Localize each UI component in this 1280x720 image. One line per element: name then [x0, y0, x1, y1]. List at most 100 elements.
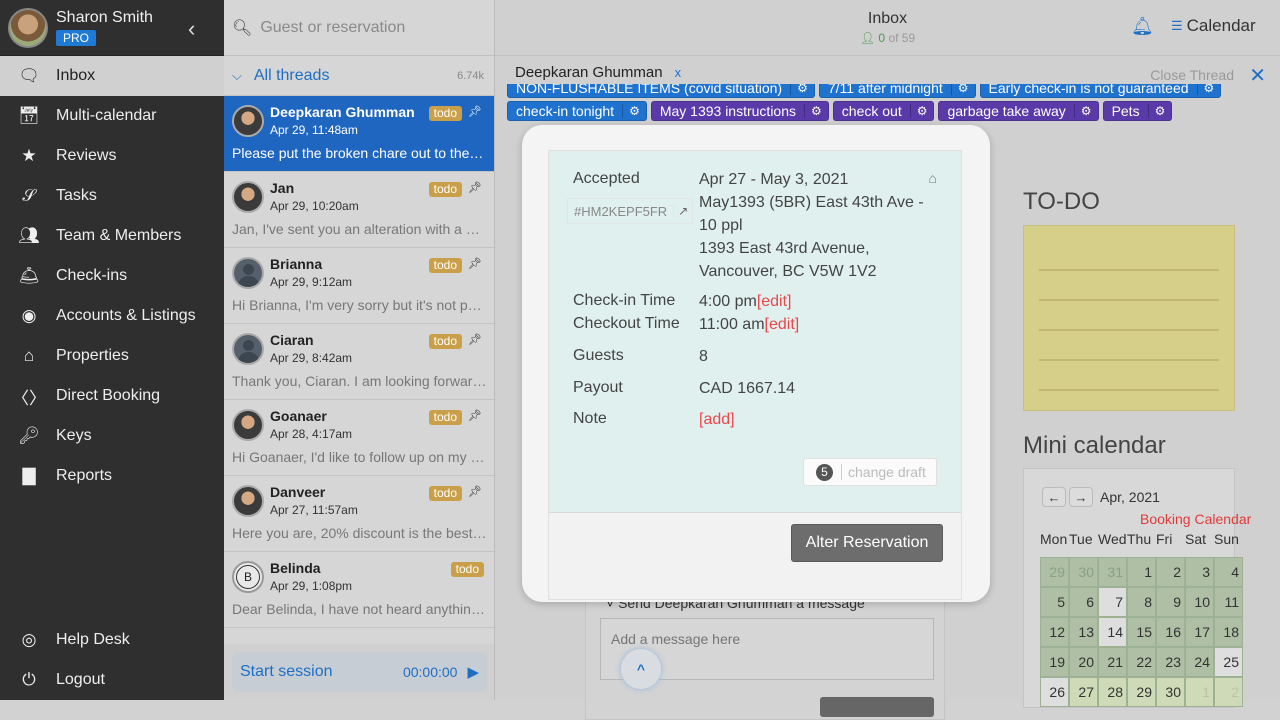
todo-badge[interactable]: todo	[428, 486, 462, 501]
todo-note[interactable]	[1023, 225, 1235, 411]
gear-icon[interactable]: ⚙	[909, 104, 934, 118]
gear-icon[interactable]: ⚙	[622, 104, 646, 118]
prev-month-button[interactable]: ←	[1042, 487, 1066, 507]
todo-badge[interactable]: todo	[428, 182, 462, 197]
sidebar-item-direct-booking[interactable]: 〈〉 Direct Booking	[0, 376, 224, 416]
calendar-day[interactable]: 20	[1069, 647, 1098, 677]
calendar-day[interactable]: 28	[1098, 677, 1127, 707]
thread-item[interactable]: Jan Apr 29, 10:20am todo 📌︎ Jan, I've se…	[224, 172, 494, 248]
todo-badge[interactable]: todo	[428, 334, 462, 349]
confirmation-code[interactable]: #HM2KEPF5FR ↗	[567, 198, 694, 224]
calendar-day[interactable]: 26	[1040, 677, 1069, 707]
gear-icon[interactable]: ⚙	[804, 104, 828, 118]
calendar-day[interactable]: 10	[1185, 587, 1214, 617]
sidebar-item-help-desk[interactable]: ◎ Help Desk	[0, 620, 224, 660]
scroll-up-button[interactable]: ^	[620, 648, 662, 690]
calendar-day[interactable]: 11	[1214, 587, 1243, 617]
tag-chip[interactable]: 7/11 after midnight ⚙	[818, 84, 976, 98]
calendar-day[interactable]: 31	[1098, 557, 1127, 587]
search-input[interactable]: Guest or reservation	[260, 19, 405, 37]
thread-item[interactable]: Brianna Apr 29, 9:12am todo 📌︎ Hi Briann…	[224, 248, 494, 324]
calendar-day[interactable]: 27	[1069, 677, 1098, 707]
gear-icon[interactable]: ⚙	[1196, 84, 1221, 95]
calendar-day[interactable]: 19	[1040, 647, 1069, 677]
add-note-link[interactable]: [add]	[699, 408, 735, 431]
calendar-day[interactable]: 5	[1040, 587, 1069, 617]
gear-icon[interactable]: ⚙	[1073, 104, 1098, 118]
calendar-day[interactable]: 2	[1214, 677, 1243, 707]
calendar-day[interactable]: 13	[1069, 617, 1098, 647]
tag-chip[interactable]: NON-FLUSHABLE ITEMS (covid situation) ⚙	[507, 84, 815, 98]
gear-icon[interactable]: ⚙	[790, 84, 814, 95]
collapse-sidebar-icon[interactable]: ‹	[188, 16, 195, 42]
calendar-day[interactable]: 2	[1156, 557, 1185, 587]
edit-checkout-link[interactable]: [edit]	[765, 316, 800, 333]
todo-badge[interactable]: todo	[428, 410, 462, 425]
calendar-day[interactable]: 30	[1156, 677, 1185, 707]
pin-icon[interactable]: 📌︎	[468, 485, 482, 498]
calendar-day[interactable]: 3	[1185, 557, 1214, 587]
user-profile[interactable]: Sharon Smith PRO ‹	[0, 0, 224, 56]
pin-icon[interactable]: 📌︎	[468, 181, 482, 194]
sidebar-item-inbox[interactable]: 🗨︎ Inbox	[0, 56, 224, 96]
todo-badge[interactable]: todo	[428, 106, 462, 121]
calendar-day[interactable]: 9	[1156, 587, 1185, 617]
calendar-day[interactable]: 1	[1127, 557, 1156, 587]
calendar-day[interactable]: 8	[1127, 587, 1156, 617]
booking-calendar-link[interactable]: Booking Calendar	[1140, 511, 1251, 527]
pin-icon[interactable]: 📌︎	[468, 105, 482, 118]
sidebar-item-logout[interactable]: ⏻ Logout	[0, 660, 224, 700]
calendar-button[interactable]: ☰ Calendar	[1171, 16, 1256, 36]
calendar-day[interactable]: 17	[1185, 617, 1214, 647]
thread-item[interactable]: B Belinda Apr 29, 1:08pm todo Dear Belin…	[224, 552, 494, 628]
external-link-icon[interactable]: ↗	[673, 204, 692, 218]
tag-chip[interactable]: Pets ⚙	[1102, 101, 1173, 121]
change-draft-button[interactable]: 5 change draft	[803, 458, 937, 486]
calendar-day[interactable]: 21	[1098, 647, 1127, 677]
home-icon[interactable]: ⌂	[929, 170, 937, 186]
sidebar-item-check-ins[interactable]: 🛎︎ Check-ins	[0, 256, 224, 296]
close-thread-button[interactable]: Close Thread	[1150, 67, 1234, 83]
pin-icon[interactable]: 📌︎	[468, 257, 482, 270]
calendar-day[interactable]: 7	[1098, 587, 1127, 617]
calendar-day[interactable]: 25	[1214, 647, 1243, 677]
thread-item[interactable]: Danveer Apr 27, 11:57am todo 📌︎ Here you…	[224, 476, 494, 552]
next-month-button[interactable]: →	[1069, 487, 1093, 507]
calendar-day[interactable]: 18	[1214, 617, 1243, 647]
gear-icon[interactable]: ⚙	[1147, 104, 1172, 118]
sidebar-item-team-members[interactable]: 👥︎ Team & Members	[0, 216, 224, 256]
calendar-day[interactable]: 15	[1127, 617, 1156, 647]
send-button[interactable]	[820, 697, 934, 717]
thread-item[interactable]: Goanaer Apr 28, 4:17am todo 📌︎ Hi Goanae…	[224, 400, 494, 476]
todo-badge[interactable]: todo	[428, 258, 462, 273]
close-thread-icon[interactable]: ✕	[1249, 63, 1266, 88]
alter-reservation-button[interactable]: Alter Reservation	[791, 524, 943, 562]
todo-badge[interactable]: todo	[450, 562, 484, 577]
gear-icon[interactable]: ⚙	[950, 84, 975, 95]
sidebar-item-accounts-listings[interactable]: ◉ Accounts & Listings	[0, 296, 224, 336]
pin-icon[interactable]: 📌︎	[468, 409, 482, 422]
calendar-day[interactable]: 12	[1040, 617, 1069, 647]
edit-checkin-link[interactable]: [edit]	[757, 293, 792, 310]
tag-chip[interactable]: May 1393 instructions ⚙	[650, 101, 829, 121]
tag-chip[interactable]: Early check-in is not guaranteed ⚙	[979, 84, 1222, 98]
thread-item[interactable]: Ciaran Apr 29, 8:42am todo 📌︎ Thank you,…	[224, 324, 494, 400]
notifications-bell-icon[interactable]: 🔔︎	[1131, 16, 1154, 37]
sidebar-item-properties[interactable]: ⌂ Properties	[0, 336, 224, 376]
calendar-day[interactable]: 16	[1156, 617, 1185, 647]
sidebar-item-tasks[interactable]: 𝒮 Tasks	[0, 176, 224, 216]
sidebar-item-reviews[interactable]: ★ Reviews	[0, 136, 224, 176]
close-tab-icon[interactable]: x	[675, 65, 682, 80]
calendar-day[interactable]: 14	[1098, 617, 1127, 647]
sidebar-item-keys[interactable]: 🔑︎ Keys	[0, 416, 224, 456]
sidebar-item-reports[interactable]: ▇ Reports	[0, 456, 224, 496]
start-session-button[interactable]: Start session 00:00:00 ▶	[232, 652, 487, 692]
calendar-day[interactable]: 6	[1069, 587, 1098, 617]
thread-item[interactable]: Deepkaran Ghumman Apr 29, 11:48am todo 📌…	[224, 96, 494, 172]
thread-search[interactable]: 🔍︎ Guest or reservation	[224, 0, 494, 56]
calendar-day[interactable]: 30	[1069, 557, 1098, 587]
calendar-day[interactable]: 23	[1156, 647, 1185, 677]
calendar-day[interactable]: 24	[1185, 647, 1214, 677]
thread-filter[interactable]: ⌵ All threads 6.74k	[224, 56, 494, 96]
pin-icon[interactable]: 📌︎	[468, 333, 482, 346]
